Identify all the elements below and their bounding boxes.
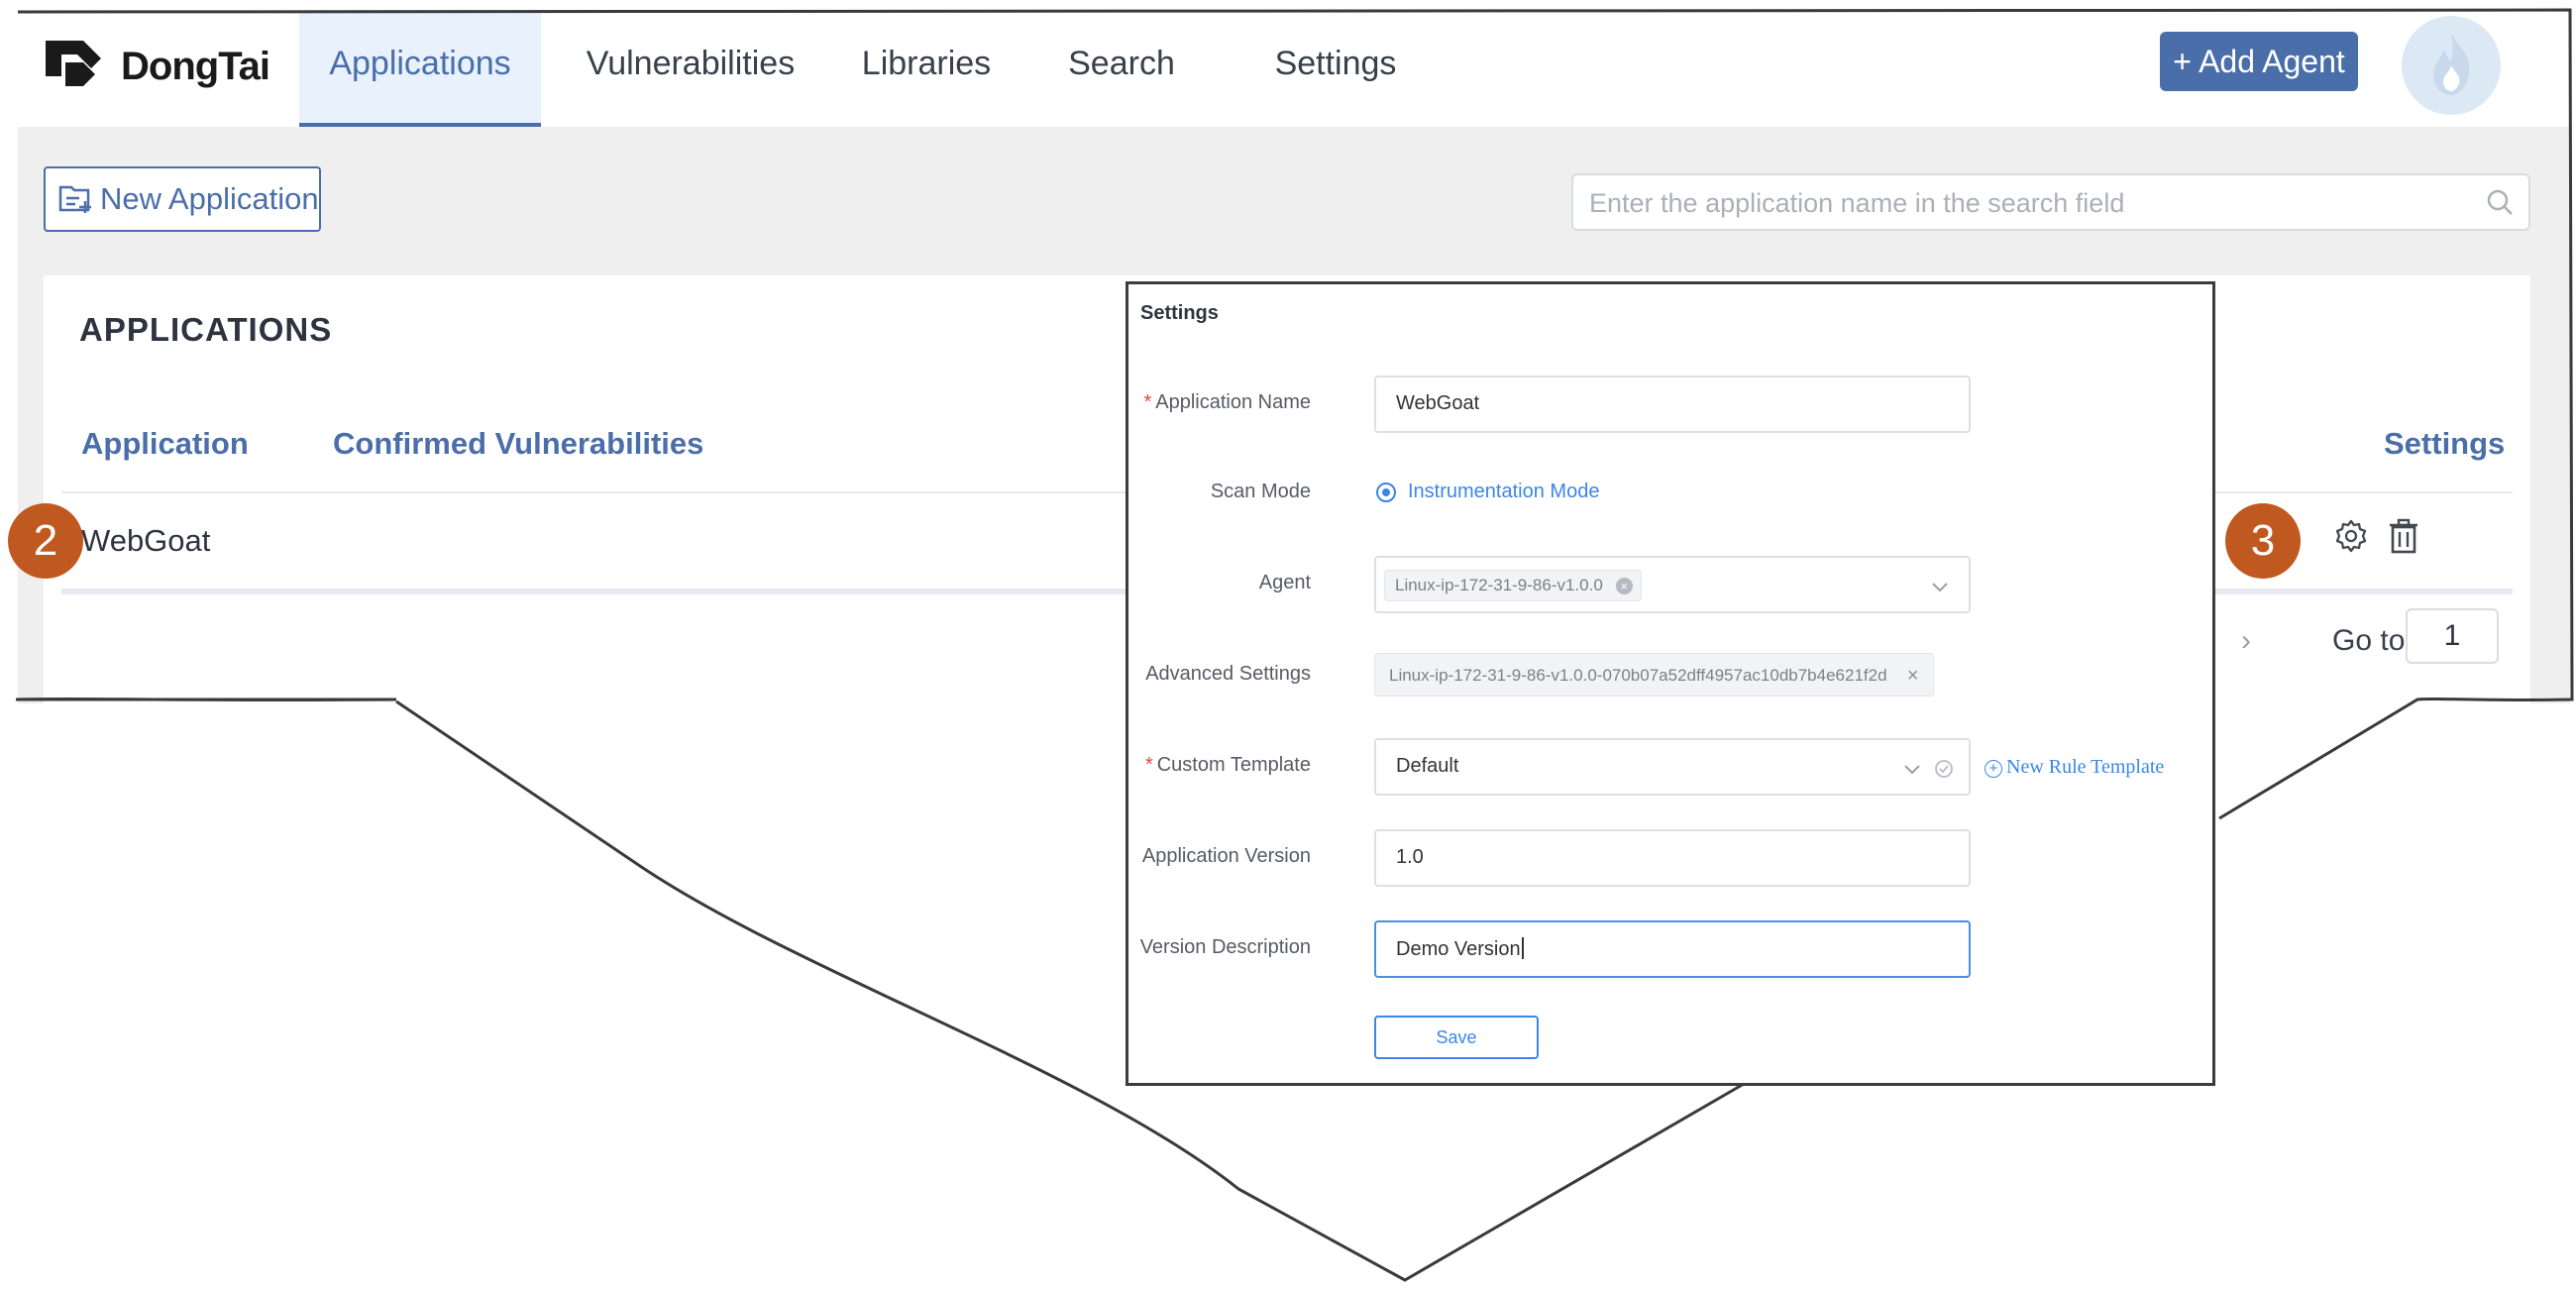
chevron-down-icon[interactable]: [1901, 758, 1923, 780]
app-version-field[interactable]: 1.0: [1374, 829, 1971, 887]
custom-template-label: * Custom Template: [1144, 754, 1311, 776]
required-marker: *: [1143, 391, 1152, 413]
custom-template-value: Default: [1396, 755, 1459, 777]
instrumentation-mode-radio[interactable]: [1376, 483, 1396, 502]
callout-badge-2: 2: [8, 503, 83, 579]
settings-dialog: Settings * Application Name WebGoat Scan …: [1126, 281, 2215, 1086]
new-rule-template-link[interactable]: + New Rule Template: [1985, 756, 2164, 779]
scan-mode-label: Scan Mode: [1210, 481, 1311, 502]
app-version-value: 1.0: [1396, 846, 1424, 868]
app-name-value: WebGoat: [1396, 392, 1480, 414]
agent-select[interactable]: Linux-ip-172-31-9-86-v1.0.0 ×: [1374, 556, 1971, 613]
agent-tag: Linux-ip-172-31-9-86-v1.0.0 ×: [1384, 570, 1642, 601]
advanced-settings-label: Advanced Settings: [1145, 663, 1311, 685]
chevron-down-icon[interactable]: [1929, 576, 1951, 597]
version-description-value: Demo Version: [1396, 937, 1524, 961]
app-name-label: * Application Name: [1143, 391, 1311, 413]
app-version-label: Application Version: [1141, 845, 1311, 867]
dialog-title: Settings: [1140, 302, 1219, 324]
tag-remove-icon[interactable]: ×: [1615, 578, 1633, 594]
radio-dot: [1382, 488, 1390, 496]
instrumentation-mode-label[interactable]: Instrumentation Mode: [1408, 481, 1599, 503]
custom-template-select[interactable]: Default: [1374, 738, 1971, 796]
required-marker: *: [1144, 754, 1153, 776]
advanced-settings-tag: Linux-ip-172-31-9-86-v1.0.0-070b07a52dff…: [1374, 653, 1934, 697]
save-button[interactable]: Save: [1374, 1016, 1539, 1059]
check-circle-icon: [1935, 760, 1953, 778]
version-description-label: Version Description: [1139, 936, 1311, 958]
text-cursor: [1521, 937, 1524, 959]
agent-label: Agent: [1258, 572, 1311, 593]
add-circle-icon: +: [1985, 760, 2002, 778]
close-icon[interactable]: ×: [1907, 654, 1919, 698]
version-description-field[interactable]: Demo Version: [1374, 920, 1971, 978]
callout-badge-3: 3: [2225, 503, 2301, 579]
app-name-field[interactable]: WebGoat: [1374, 376, 1971, 433]
